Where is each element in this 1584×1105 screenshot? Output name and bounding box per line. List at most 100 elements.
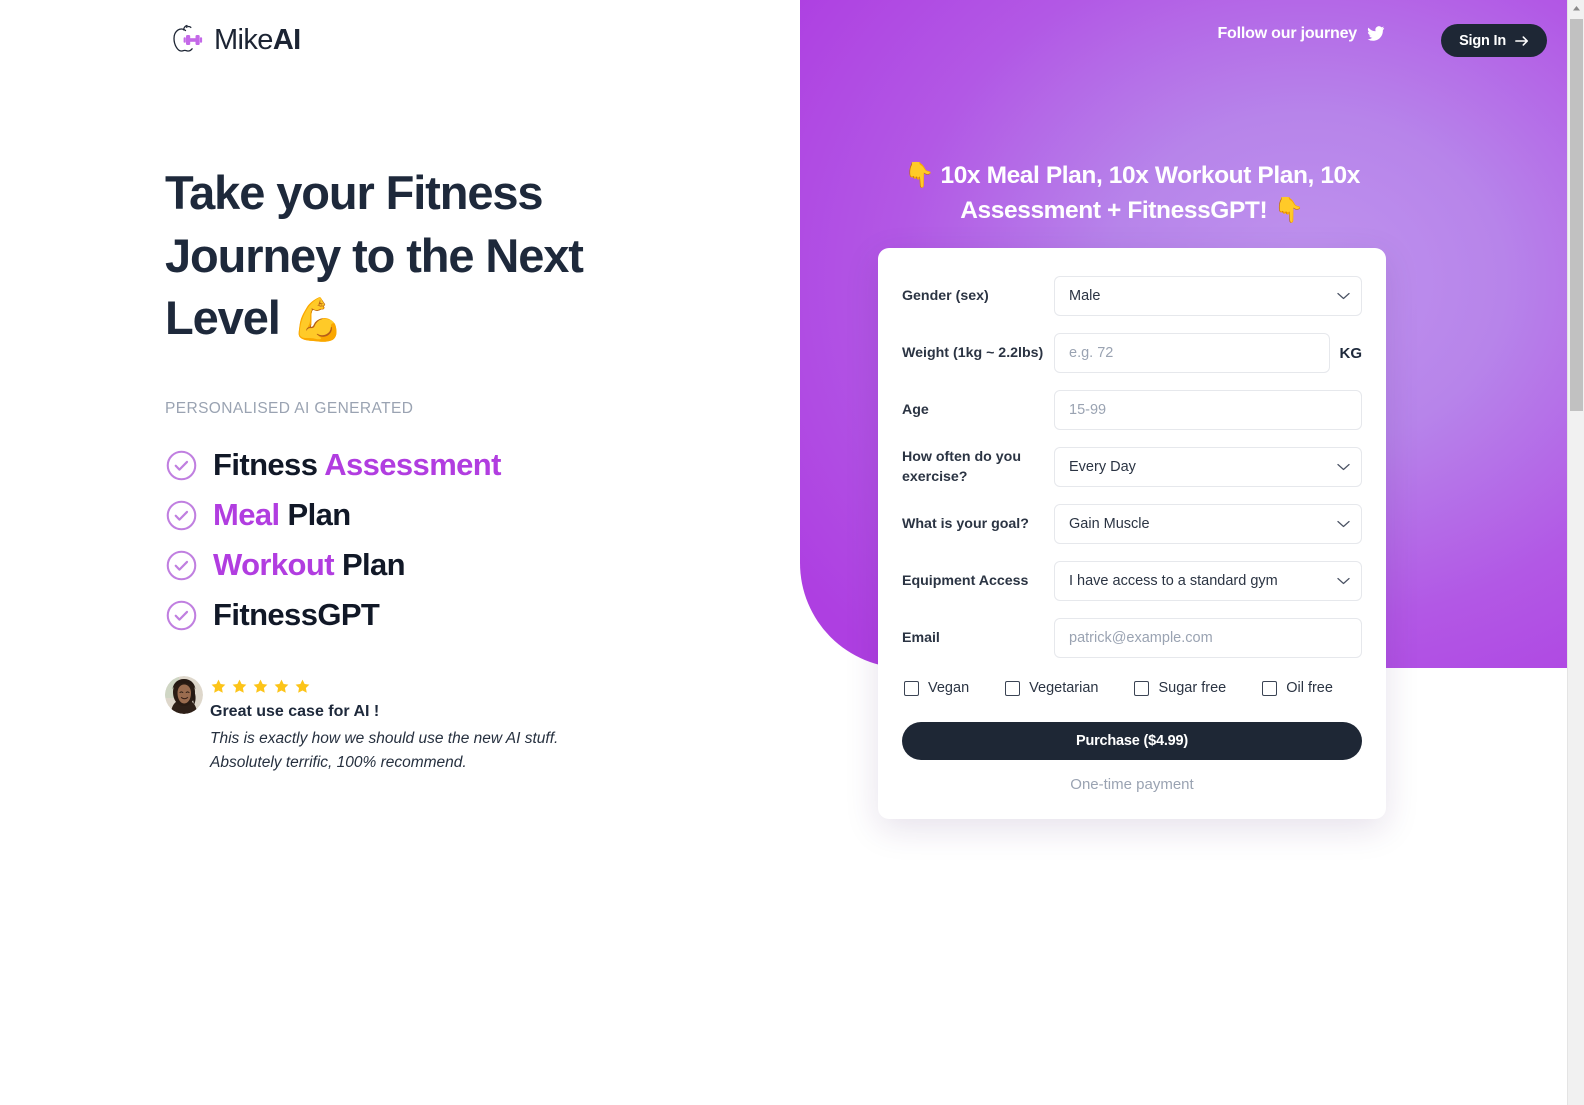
checkbox-label: Sugar free bbox=[1158, 680, 1227, 697]
form-row-exercise-frequency: How often do you exercise? Every Day bbox=[902, 447, 1362, 488]
feature-accent: Workout bbox=[213, 547, 335, 582]
checkbox-label: Vegan bbox=[928, 680, 970, 697]
star-icon bbox=[211, 679, 226, 693]
checkbox-box-icon bbox=[1005, 680, 1021, 696]
email-field-wrap bbox=[1054, 618, 1362, 659]
promo-headline: 👇 10x Meal Plan, 10x Workout Plan, 10x A… bbox=[903, 162, 1361, 225]
checkbox-box-icon bbox=[904, 680, 919, 696]
hero-title-line-2: Journey to the Next bbox=[165, 228, 584, 282]
brand-name-light: Mike bbox=[214, 23, 273, 56]
hero-title-line-3: Level bbox=[165, 291, 292, 344]
signup-form-card: Gender (sex) Male Weight (1kg ~ 2.2lbs) … bbox=[878, 248, 1386, 820]
form-row-age: Age bbox=[902, 390, 1362, 430]
feature-plain-after: Plan bbox=[333, 547, 406, 582]
feature-label: Meal Plan bbox=[213, 497, 351, 533]
feature-plain-before: FitnessGPT bbox=[213, 597, 380, 632]
follow-link[interactable]: Follow our journey bbox=[1217, 24, 1385, 43]
checkbox-vegetarian[interactable]: Vegetarian bbox=[1005, 680, 1098, 696]
exercise-frequency-field-wrap: Every Day bbox=[1054, 447, 1362, 488]
exercise-frequency-select[interactable]: Every Day bbox=[1054, 447, 1362, 488]
checkbox-vegan[interactable]: Vegan bbox=[904, 680, 969, 696]
form-row-goal: What is your goal? Gain Muscle bbox=[902, 504, 1362, 545]
testimonial-quote: This is exactly how we should use the ne… bbox=[210, 727, 585, 775]
goal-select-shell: Gain Muscle bbox=[1054, 504, 1362, 545]
circle-check-icon bbox=[166, 500, 197, 530]
testimonial-quote-line-1: This is exactly how we should use the ne… bbox=[210, 730, 559, 747]
brand-name: MikeAI bbox=[214, 23, 301, 56]
weight-input[interactable] bbox=[1054, 333, 1330, 373]
age-label: Age bbox=[902, 401, 929, 418]
star-icon bbox=[274, 679, 289, 693]
avatar bbox=[165, 676, 203, 714]
eyebrow-label: PERSONALISED AI GENERATED bbox=[165, 400, 414, 417]
scrollbar-thumb[interactable] bbox=[1570, 19, 1583, 411]
exercise-frequency-select-shell: Every Day bbox=[1054, 447, 1362, 488]
payment-note: One-time payment bbox=[1070, 776, 1194, 794]
feature-plain-before: Fitness bbox=[213, 447, 325, 482]
equipment-access-select[interactable]: I have access to a standard gym bbox=[1054, 561, 1362, 602]
equipment-access-select-shell: I have access to a standard gym bbox=[1054, 561, 1362, 602]
checkbox-box-icon bbox=[1262, 680, 1278, 696]
arrow-right-icon bbox=[1515, 35, 1529, 46]
checkbox-sugar-free[interactable]: Sugar free bbox=[1134, 680, 1226, 696]
star-icon bbox=[295, 679, 310, 693]
feature-accent: Meal bbox=[213, 497, 280, 532]
gender-field-wrap: Male bbox=[1054, 276, 1362, 316]
rating-stars bbox=[210, 676, 595, 696]
exercise-frequency-label: How often do you exercise? bbox=[902, 449, 1022, 486]
goal-label: What is your goal? bbox=[902, 516, 1029, 533]
weight-unit-label: KG bbox=[1339, 344, 1363, 362]
testimonial-title: Great use case for AI ! bbox=[210, 703, 380, 720]
feature-plain-after: Plan bbox=[279, 497, 352, 532]
equipment-access-label: Equipment Access bbox=[902, 573, 1029, 590]
follow-label: Follow our journey bbox=[1217, 24, 1357, 42]
gender-label: Gender (sex) bbox=[902, 287, 989, 304]
equipment-access-field-wrap: I have access to a standard gym bbox=[1054, 561, 1362, 602]
age-field-wrap bbox=[1054, 390, 1362, 430]
circle-check-icon bbox=[166, 550, 197, 580]
sign-in-button[interactable]: Sign In bbox=[1441, 24, 1547, 57]
checkbox-label: Oil free bbox=[1286, 680, 1333, 697]
feature-label: Fitness Assessment bbox=[213, 447, 501, 483]
email-field[interactable] bbox=[1054, 618, 1362, 659]
form-row-equipment-access: Equipment Access I have access to a stan… bbox=[902, 561, 1362, 602]
checkbox-box-icon bbox=[1134, 680, 1150, 696]
twitter-bird-icon bbox=[1367, 26, 1385, 41]
testimonial: Great use case for AI ! This is exactly … bbox=[165, 676, 595, 775]
form-row-gender: Gender (sex) Male bbox=[902, 276, 1362, 316]
form-row-weight: Weight (1kg ~ 2.2lbs) KG bbox=[902, 333, 1362, 373]
list-item: FitnessGPT bbox=[165, 590, 501, 640]
testimonial-quote-line-2: Absolutely terrific, 100% recommend. bbox=[210, 754, 467, 772]
list-item: Fitness Assessment bbox=[165, 440, 501, 490]
feature-label: Workout Plan bbox=[213, 547, 406, 583]
scrollbar[interactable] bbox=[1567, 0, 1584, 1105]
form-row-email: Email bbox=[902, 618, 1362, 659]
testimonial-body: Great use case for AI ! This is exactly … bbox=[210, 676, 595, 775]
scroll-up-arrow-icon[interactable] bbox=[1568, 0, 1584, 17]
goal-select[interactable]: Gain Muscle bbox=[1054, 504, 1362, 545]
flexed-biceps-emoji-icon: 💪 bbox=[291, 296, 344, 343]
left-column: MikeAI Take your Fitness Journey to the … bbox=[0, 0, 800, 1105]
brand-logo[interactable]: MikeAI bbox=[165, 22, 301, 58]
page-root: MikeAI Take your Fitness Journey to the … bbox=[0, 0, 1584, 1105]
age-input[interactable] bbox=[1054, 390, 1362, 430]
star-icon bbox=[253, 679, 268, 693]
feature-accent: Assessment bbox=[324, 447, 501, 482]
feature-label: FitnessGPT bbox=[213, 597, 380, 633]
circle-check-icon bbox=[166, 600, 197, 630]
weight-label: Weight (1kg ~ 2.2lbs) bbox=[902, 344, 1044, 361]
gender-select[interactable]: Male bbox=[1054, 276, 1362, 316]
list-item: Workout Plan bbox=[165, 540, 501, 590]
weight-field-wrap: KG bbox=[1054, 333, 1362, 373]
star-icon bbox=[232, 679, 247, 693]
page-title: Take your Fitness Journey to the Next Le… bbox=[165, 162, 685, 350]
sign-in-label: Sign In bbox=[1459, 32, 1506, 49]
checkbox-label: Vegetarian bbox=[1029, 680, 1099, 697]
checkbox-oil-free[interactable]: Oil free bbox=[1262, 680, 1333, 696]
diet-options-row: Vegan Vegetarian Sugar free Oil free bbox=[902, 680, 1362, 696]
circle-check-icon bbox=[166, 450, 197, 480]
apple-dumbbell-logo-icon bbox=[173, 24, 203, 52]
purchase-button[interactable]: Purchase ($4.99) bbox=[902, 722, 1362, 761]
brand-name-bold: AI bbox=[272, 23, 301, 56]
gender-select-shell: Male bbox=[1054, 276, 1362, 316]
